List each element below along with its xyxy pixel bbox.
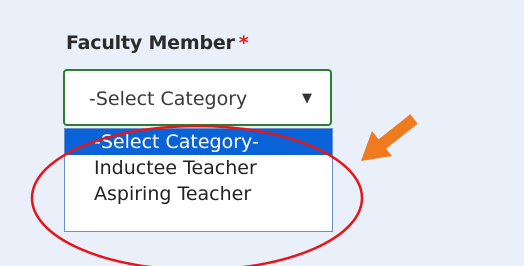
form-panel: Faculty Member * -Select Category ▼ -Sele… (0, 0, 524, 266)
option-inductee-teacher[interactable]: Inductee Teacher (65, 155, 332, 181)
category-options-list: -Select Category- Inductee Teacher Aspir… (64, 128, 333, 232)
field-label-text: Faculty Member (66, 32, 235, 54)
option-aspiring-teacher[interactable]: Aspiring Teacher (65, 181, 332, 207)
faculty-member-label: Faculty Member * (66, 32, 249, 54)
option-select-category[interactable]: -Select Category- (65, 129, 332, 155)
select-current-value: -Select Category (89, 88, 248, 110)
chevron-down-icon[interactable]: ▼ (302, 91, 312, 106)
category-select[interactable]: -Select Category ▼ (63, 69, 332, 126)
orange-arrow-icon (361, 114, 418, 161)
required-asterisk: * (238, 32, 249, 54)
